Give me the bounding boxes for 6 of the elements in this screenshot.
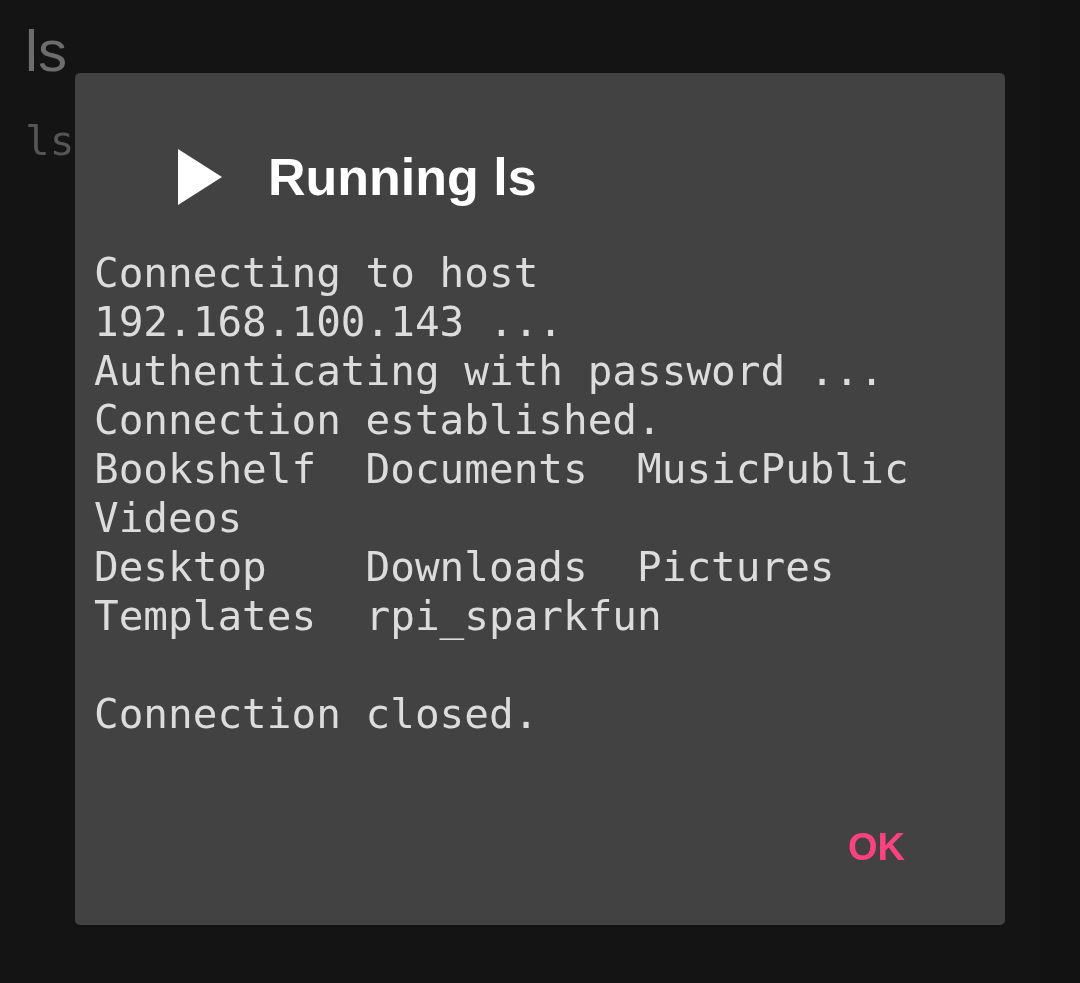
terminal-output: Connecting to host 192.168.100.143 ... Authenticating with password ... Connection established. Bookshelf Documents MusicPublic Videos Desktop Downloads Pictures Templates rpi_sparkfun Connection closed. xyxy=(94,249,910,739)
command-text: ls xyxy=(25,116,76,166)
page-title: ls xyxy=(25,22,68,80)
play-icon xyxy=(178,149,222,205)
dialog-title: Running ls xyxy=(268,147,537,208)
ok-button[interactable]: OK xyxy=(832,822,921,873)
